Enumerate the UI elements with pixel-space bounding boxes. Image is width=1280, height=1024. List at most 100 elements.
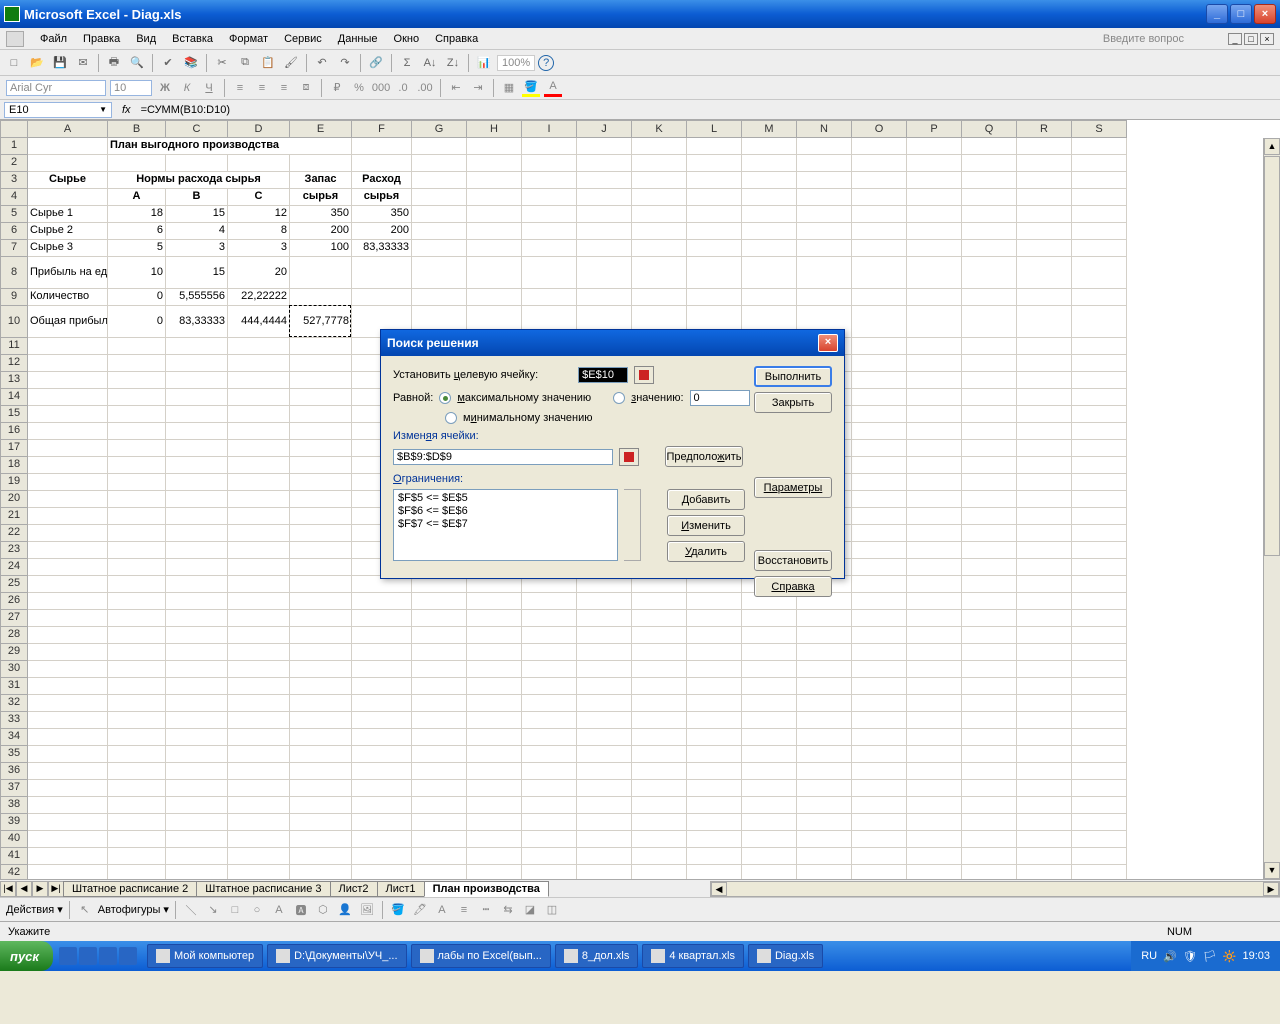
cell[interactable] — [108, 797, 166, 814]
cell[interactable] — [632, 257, 687, 289]
cell[interactable] — [108, 763, 166, 780]
cell[interactable] — [962, 746, 1017, 763]
cell[interactable] — [577, 593, 632, 610]
doc-close-button[interactable]: × — [1260, 33, 1274, 45]
cell[interactable] — [797, 678, 852, 695]
cell[interactable] — [467, 746, 522, 763]
cell[interactable] — [852, 189, 907, 206]
cell[interactable] — [962, 865, 1017, 879]
cell[interactable] — [108, 593, 166, 610]
cell[interactable] — [1017, 610, 1072, 627]
menu-format[interactable]: Формат — [221, 31, 276, 47]
cell[interactable] — [907, 189, 962, 206]
cell[interactable] — [742, 138, 797, 155]
cell[interactable] — [962, 797, 1017, 814]
cell[interactable]: 8 — [228, 223, 290, 240]
cell[interactable] — [797, 712, 852, 729]
cell[interactable]: Запас — [290, 172, 352, 189]
align-right-icon[interactable]: ≡ — [275, 79, 293, 97]
cell[interactable] — [352, 746, 412, 763]
cell[interactable] — [907, 240, 962, 257]
cell[interactable] — [962, 474, 1017, 491]
cell[interactable] — [290, 491, 352, 508]
dialog-close-button[interactable]: × — [818, 334, 838, 352]
cell[interactable] — [522, 627, 577, 644]
cell[interactable] — [28, 189, 108, 206]
cell[interactable] — [28, 389, 108, 406]
cell[interactable] — [28, 440, 108, 457]
wordart-icon[interactable]: 🅰 — [292, 901, 310, 919]
row-header[interactable]: 42 — [0, 865, 28, 879]
row-header[interactable]: 22 — [0, 525, 28, 542]
cell[interactable]: Прибыль на ед. изд. — [28, 257, 108, 289]
cell[interactable]: сырья — [352, 189, 412, 206]
cell[interactable] — [742, 814, 797, 831]
cell[interactable] — [907, 172, 962, 189]
cell[interactable] — [577, 189, 632, 206]
cell[interactable] — [852, 138, 907, 155]
cell[interactable] — [852, 508, 907, 525]
cell[interactable] — [687, 206, 742, 223]
cell[interactable] — [290, 814, 352, 831]
cell[interactable] — [166, 355, 228, 372]
cell[interactable] — [352, 831, 412, 848]
cell[interactable] — [28, 763, 108, 780]
row-header[interactable]: 30 — [0, 661, 28, 678]
cell[interactable] — [166, 695, 228, 712]
cell[interactable] — [632, 780, 687, 797]
cell[interactable] — [28, 780, 108, 797]
cell[interactable] — [687, 746, 742, 763]
cell[interactable] — [290, 865, 352, 879]
cell[interactable] — [577, 848, 632, 865]
cell[interactable] — [412, 610, 467, 627]
col-header[interactable]: C — [166, 120, 228, 138]
cell[interactable] — [852, 440, 907, 457]
cell[interactable] — [577, 831, 632, 848]
cell[interactable] — [797, 138, 852, 155]
cell[interactable] — [290, 831, 352, 848]
cell[interactable] — [1072, 138, 1127, 155]
cell[interactable] — [108, 644, 166, 661]
row-header[interactable]: 32 — [0, 695, 28, 712]
radio-max[interactable] — [439, 392, 451, 404]
cell[interactable] — [962, 661, 1017, 678]
cell[interactable] — [228, 355, 290, 372]
target-cell-input[interactable] — [578, 367, 628, 383]
tray-icon[interactable]: 🔊 — [1163, 950, 1177, 963]
cell[interactable] — [907, 423, 962, 440]
cell[interactable] — [28, 865, 108, 879]
cell[interactable] — [797, 695, 852, 712]
save-icon[interactable]: 💾 — [50, 53, 70, 73]
autoshapes-menu[interactable]: Автофигуры ▾ — [98, 903, 169, 916]
cell[interactable] — [522, 644, 577, 661]
cell[interactable] — [1017, 474, 1072, 491]
cell[interactable] — [28, 576, 108, 593]
cell[interactable] — [28, 712, 108, 729]
col-header[interactable]: L — [687, 120, 742, 138]
row-header[interactable]: 40 — [0, 831, 28, 848]
cell[interactable] — [1017, 712, 1072, 729]
cell[interactable] — [467, 848, 522, 865]
restore-button[interactable]: Восстановить — [754, 550, 832, 571]
cell[interactable] — [522, 155, 577, 172]
cell[interactable] — [522, 712, 577, 729]
cell[interactable] — [412, 678, 467, 695]
cell[interactable] — [467, 865, 522, 879]
col-header[interactable]: S — [1072, 120, 1127, 138]
sheet-tab[interactable]: Штатное расписание 2 — [63, 881, 197, 897]
cell[interactable] — [1072, 289, 1127, 306]
cell[interactable] — [228, 695, 290, 712]
cell[interactable] — [28, 746, 108, 763]
dialog-titlebar[interactable]: Поиск решения × — [381, 330, 844, 356]
menu-insert[interactable]: Вставка — [164, 31, 221, 47]
cell[interactable] — [166, 155, 228, 172]
cell[interactable] — [28, 729, 108, 746]
cell[interactable] — [28, 814, 108, 831]
cell[interactable] — [352, 729, 412, 746]
cell[interactable] — [352, 257, 412, 289]
cell[interactable] — [522, 865, 577, 879]
cell[interactable] — [228, 746, 290, 763]
cell[interactable] — [1017, 172, 1072, 189]
change-constraint-button[interactable]: Изменить — [667, 515, 745, 536]
taskbar-item[interactable]: Diag.xls — [748, 944, 823, 968]
